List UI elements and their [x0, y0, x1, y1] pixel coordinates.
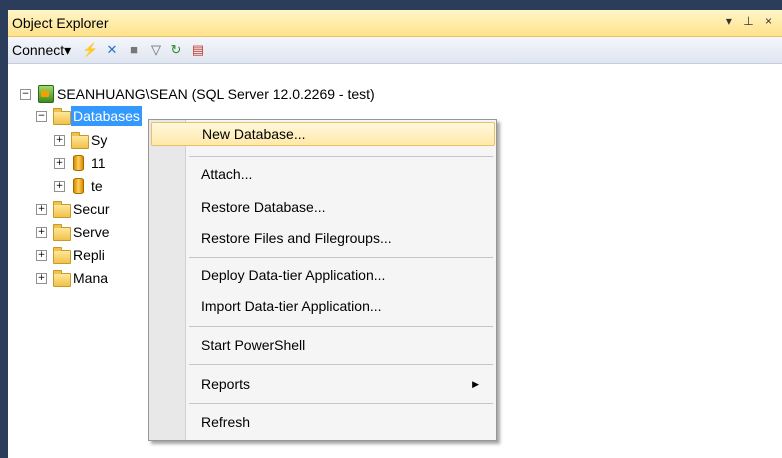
tree-node-label: 11: [91, 155, 106, 171]
menu-item-label: Attach...: [201, 166, 253, 182]
menu-item-start-powershell[interactable]: Start PowerShell: [151, 333, 493, 357]
window-controls[interactable]: ▾ ⊥ ×: [726, 14, 776, 28]
menu-item-reports[interactable]: Reports ▶: [151, 372, 493, 396]
menu-item-label: New Database...: [202, 126, 306, 142]
expand-icon[interactable]: +: [36, 250, 47, 261]
menu-item-label: Restore Files and Filegroups...: [201, 230, 392, 246]
menu-item-label: Deploy Data-tier Application...: [201, 267, 386, 283]
expand-icon[interactable]: +: [36, 227, 47, 238]
menu-item-label: Restore Database...: [201, 199, 326, 215]
tree-node-label: Mana: [73, 270, 109, 286]
menu-item-import-dac[interactable]: Import Data-tier Application...: [151, 294, 493, 318]
menu-item-new-database[interactable]: New Database...: [151, 122, 495, 146]
folder-icon: [53, 270, 71, 287]
menu-item-label: Reports: [201, 376, 251, 392]
menu-separator: [189, 326, 493, 327]
refresh-icon[interactable]: ↻: [168, 42, 184, 58]
collapse-icon[interactable]: −: [36, 111, 47, 122]
stop-icon[interactable]: ■: [126, 42, 142, 58]
panel-title-bar: Object Explorer ▾ ⊥ ×: [8, 10, 782, 37]
expand-icon[interactable]: +: [54, 135, 65, 146]
folder-icon: [53, 247, 71, 264]
menu-item-restore-database[interactable]: Restore Database...: [151, 195, 493, 219]
connect-button[interactable]: Connect▾: [12, 42, 71, 59]
menu-item-refresh[interactable]: Refresh: [151, 410, 493, 434]
menu-item-label: Refresh: [201, 414, 251, 430]
menu-item-deploy-dac[interactable]: Deploy Data-tier Application...: [151, 263, 493, 287]
menu-item-attach[interactable]: Attach...: [151, 162, 493, 186]
tree-node-label: Secur: [73, 201, 110, 217]
server-icon: [38, 85, 54, 103]
tree-node-label: Repli: [73, 247, 105, 263]
tree-node-label: te: [91, 178, 103, 194]
collapse-icon[interactable]: −: [20, 89, 31, 100]
submenu-arrow-icon: ▶: [472, 379, 479, 389]
menu-separator: [189, 403, 493, 404]
databases-label: Databases: [71, 106, 142, 126]
panel-title: Object Explorer: [12, 15, 109, 31]
connect-icon[interactable]: ⚡: [82, 42, 98, 58]
menu-item-label: Start PowerShell: [201, 337, 306, 353]
folder-icon: [53, 201, 71, 218]
tree-node-label: Sy: [91, 132, 108, 148]
folder-icon: [53, 224, 71, 241]
menu-item-label: Import Data-tier Application...: [201, 298, 382, 314]
tree-node-label: Serve: [73, 224, 110, 240]
server-node[interactable]: − SEANHUANG\SEAN (SQL Server 12.0.2269 -…: [8, 84, 508, 104]
menu-separator: [189, 364, 493, 365]
menu-separator: [189, 257, 493, 258]
context-menu: New Database... Attach... Restore Databa…: [148, 119, 497, 441]
folder-icon: [53, 108, 71, 125]
menu-item-restore-files[interactable]: Restore Files and Filegroups...: [151, 226, 493, 250]
left-border: [0, 0, 8, 458]
menu-separator: [189, 156, 493, 157]
filter-icon[interactable]: ▽: [148, 42, 164, 58]
disconnect-icon[interactable]: ✕: [104, 42, 120, 58]
database-icon: [73, 155, 84, 171]
expand-icon[interactable]: +: [54, 181, 65, 192]
expand-icon[interactable]: +: [54, 158, 65, 169]
database-icon: [73, 178, 84, 194]
folder-icon: [71, 132, 89, 149]
window-frame: Object Explorer ▾ ⊥ × Connect▾ ⚡ ✕ ■ ▽ ↻…: [0, 0, 782, 458]
expand-icon[interactable]: +: [36, 273, 47, 284]
server-label: SEANHUANG\SEAN (SQL Server 12.0.2269 - t…: [57, 86, 375, 102]
expand-icon[interactable]: +: [36, 204, 47, 215]
object-explorer-toolbar: Connect▾ ⚡ ✕ ■ ▽ ↻ ▤: [8, 37, 782, 64]
activity-icon[interactable]: ▤: [190, 42, 206, 58]
